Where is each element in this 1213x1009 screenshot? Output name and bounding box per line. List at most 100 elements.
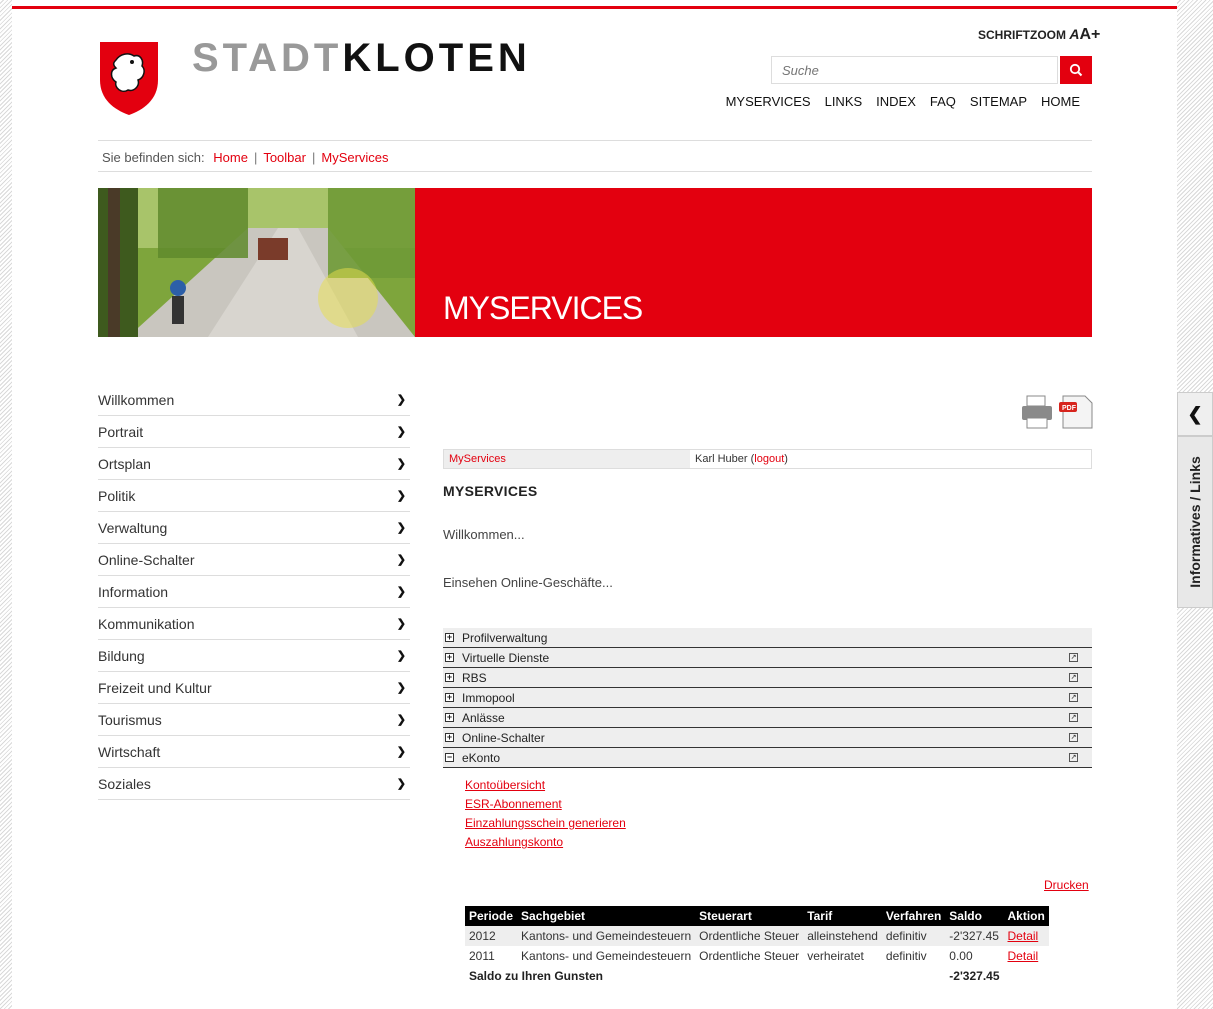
sum-value: -2'327.45 [949,969,1000,983]
sidebar-item-information[interactable]: Information ❯ [98,576,410,608]
sidebar-item-online-schalter[interactable]: Online-Schalter ❯ [98,544,410,576]
accordion-row-online-schalter[interactable]: + Online-Schalter ↗ [443,728,1092,748]
top-accent-bar [12,6,1177,9]
hero-image [98,188,415,337]
detail-link[interactable]: Detail [1008,949,1039,963]
sidebar-item-kommunikation[interactable]: Kommunikation ❯ [98,608,410,640]
sidebar-item-label: Information [98,583,169,600]
city-crest-logo[interactable] [98,40,160,116]
accordion-label: Online-Schalter [462,730,545,745]
sidebar-item-label: Willkommen [98,391,175,408]
topnav-home[interactable]: HOME [1041,94,1080,109]
topnav-index[interactable]: INDEX [876,94,916,109]
chevron-down-icon[interactable]: ❯ [397,617,406,630]
chevron-down-icon[interactable]: ❯ [397,521,406,534]
kontouebersicht-link[interactable]: Kontoübersicht [465,776,626,795]
section-heading: MYSERVICES [443,483,538,499]
cell: 2012 [465,926,518,946]
pdf-icon[interactable]: PDF [1059,395,1093,429]
expand-icon[interactable]: + [445,693,454,702]
accordion-label: Immopool [462,690,515,705]
sidebar-item-portrait[interactable]: Portrait ❯ [98,416,410,448]
sidebar-item-tourismus[interactable]: Tourismus ❯ [98,704,410,736]
cell: definitiv [881,926,946,946]
side-panel-tab[interactable]: Informatives / Links [1177,436,1213,608]
chevron-down-icon[interactable]: ❯ [397,649,406,662]
external-link-icon[interactable]: ↗ [1069,713,1078,722]
expand-icon[interactable]: + [445,633,454,642]
column-header: Tarif [803,906,882,926]
esr-abonnement-link[interactable]: ESR-Abonnement [465,795,626,814]
auszahlungskonto-link[interactable]: Auszahlungskonto [465,833,626,852]
sidebar-item-freizeit[interactable]: Freizeit und Kultur ❯ [98,672,410,704]
chevron-down-icon[interactable]: ❯ [397,585,406,598]
side-panel-label: Informatives / Links [1187,456,1203,588]
chevron-down-icon[interactable]: ❯ [397,745,406,758]
accordion-row-ekonto[interactable]: − eKonto ↗ [443,748,1092,768]
expand-icon[interactable]: + [445,673,454,682]
accordion-row-immopool[interactable]: + Immopool ↗ [443,688,1092,708]
search-input[interactable] [771,56,1058,84]
cell: Ordentliche Steuer [699,949,800,963]
external-link-icon[interactable]: ↗ [1069,733,1078,742]
sidebar-nav: Willkommen ❯ Portrait ❯ Ortsplan ❯ Politik ❯… [98,384,410,800]
breadcrumb-toolbar[interactable]: Toolbar [263,150,306,165]
topnav-links[interactable]: LINKS [825,94,863,109]
sidebar-item-label: Wirtschaft [98,743,161,760]
breadcrumb-home[interactable]: Home [213,150,248,165]
sidebar-item-label: Tourismus [98,711,162,728]
table-row: 2011 Kantons- und Gemeindesteuern Ordent… [465,946,1049,966]
side-panel-toggle-icon[interactable]: ❮ [1177,392,1213,436]
chevron-down-icon[interactable]: ❯ [397,713,406,726]
accordion-label: Profilverwaltung [462,630,548,645]
accordion-row-profilverwaltung[interactable]: + Profilverwaltung [443,628,1092,648]
external-link-icon[interactable]: ↗ [1069,693,1078,702]
chevron-down-icon[interactable]: ❯ [397,489,406,502]
font-zoom-icon[interactable]: A [1066,26,1079,42]
expand-icon[interactable]: + [445,713,454,722]
chevron-down-icon[interactable]: ❯ [397,553,406,566]
font-zoom-plus-icon[interactable]: A+ [1079,26,1100,43]
external-link-icon[interactable]: ↗ [1069,753,1078,762]
chevron-down-icon[interactable]: ❯ [397,425,406,438]
sidebar-item-ortsplan[interactable]: Ortsplan ❯ [98,448,410,480]
detail-link[interactable]: Detail [1008,929,1039,943]
chevron-down-icon[interactable]: ❯ [397,393,406,406]
breadcrumb-myservices[interactable]: MyServices [321,150,388,165]
topnav-myservices[interactable]: MYSERVICES [726,94,811,109]
chevron-down-icon[interactable]: ❯ [397,457,406,470]
sidebar-item-verwaltung[interactable]: Verwaltung ❯ [98,512,410,544]
collapse-icon[interactable]: − [445,753,454,762]
cell: 2011 [469,949,495,963]
sidebar-item-label: Bildung [98,647,145,664]
chevron-down-icon[interactable]: ❯ [397,681,406,694]
sidebar-item-bildung[interactable]: Bildung ❯ [98,640,410,672]
accordion-label: eKonto [462,750,501,765]
sidebar-item-willkommen[interactable]: Willkommen ❯ [98,384,410,416]
accordion-row-anlaesse[interactable]: + Anlässe ↗ [443,708,1092,728]
expand-icon[interactable]: + [445,733,454,742]
column-header: Steuerart [695,906,804,926]
expand-icon[interactable]: + [445,653,454,662]
chevron-down-icon[interactable]: ❯ [397,777,406,790]
logout-link[interactable]: logout [754,453,784,465]
topnav-faq[interactable]: FAQ [930,94,956,109]
printer-icon[interactable] [1022,395,1052,429]
topnav-sitemap[interactable]: SITEMAP [970,94,1027,109]
external-link-icon[interactable]: ↗ [1069,653,1078,662]
sidebar-item-wirtschaft[interactable]: Wirtschaft ❯ [98,736,410,768]
table-row: 2012 Kantons- und Gemeindesteuern Ordent… [465,926,1049,946]
external-link-icon[interactable]: ↗ [1069,673,1078,682]
font-zoom[interactable]: SCHRIFTZOOM AA+ [978,26,1100,44]
accordion-row-rbs[interactable]: + RBS ↗ [443,668,1092,688]
brand-prefix: STADT [192,36,343,80]
sidebar-item-soziales[interactable]: Soziales ❯ [98,768,410,800]
search-button[interactable] [1060,56,1092,84]
accordion-row-virtuelle-dienste[interactable]: + Virtuelle Dienste ↗ [443,648,1092,668]
sidebar-item-politik[interactable]: Politik ❯ [98,480,410,512]
print-link[interactable]: Drucken [1044,878,1089,892]
einzahlungsschein-link[interactable]: Einzahlungsschein generieren [465,814,626,833]
myservices-link[interactable]: MyServices [449,453,506,465]
site-title[interactable]: STADTKLOTEN [192,36,531,80]
left-margin-pattern [0,0,12,1009]
